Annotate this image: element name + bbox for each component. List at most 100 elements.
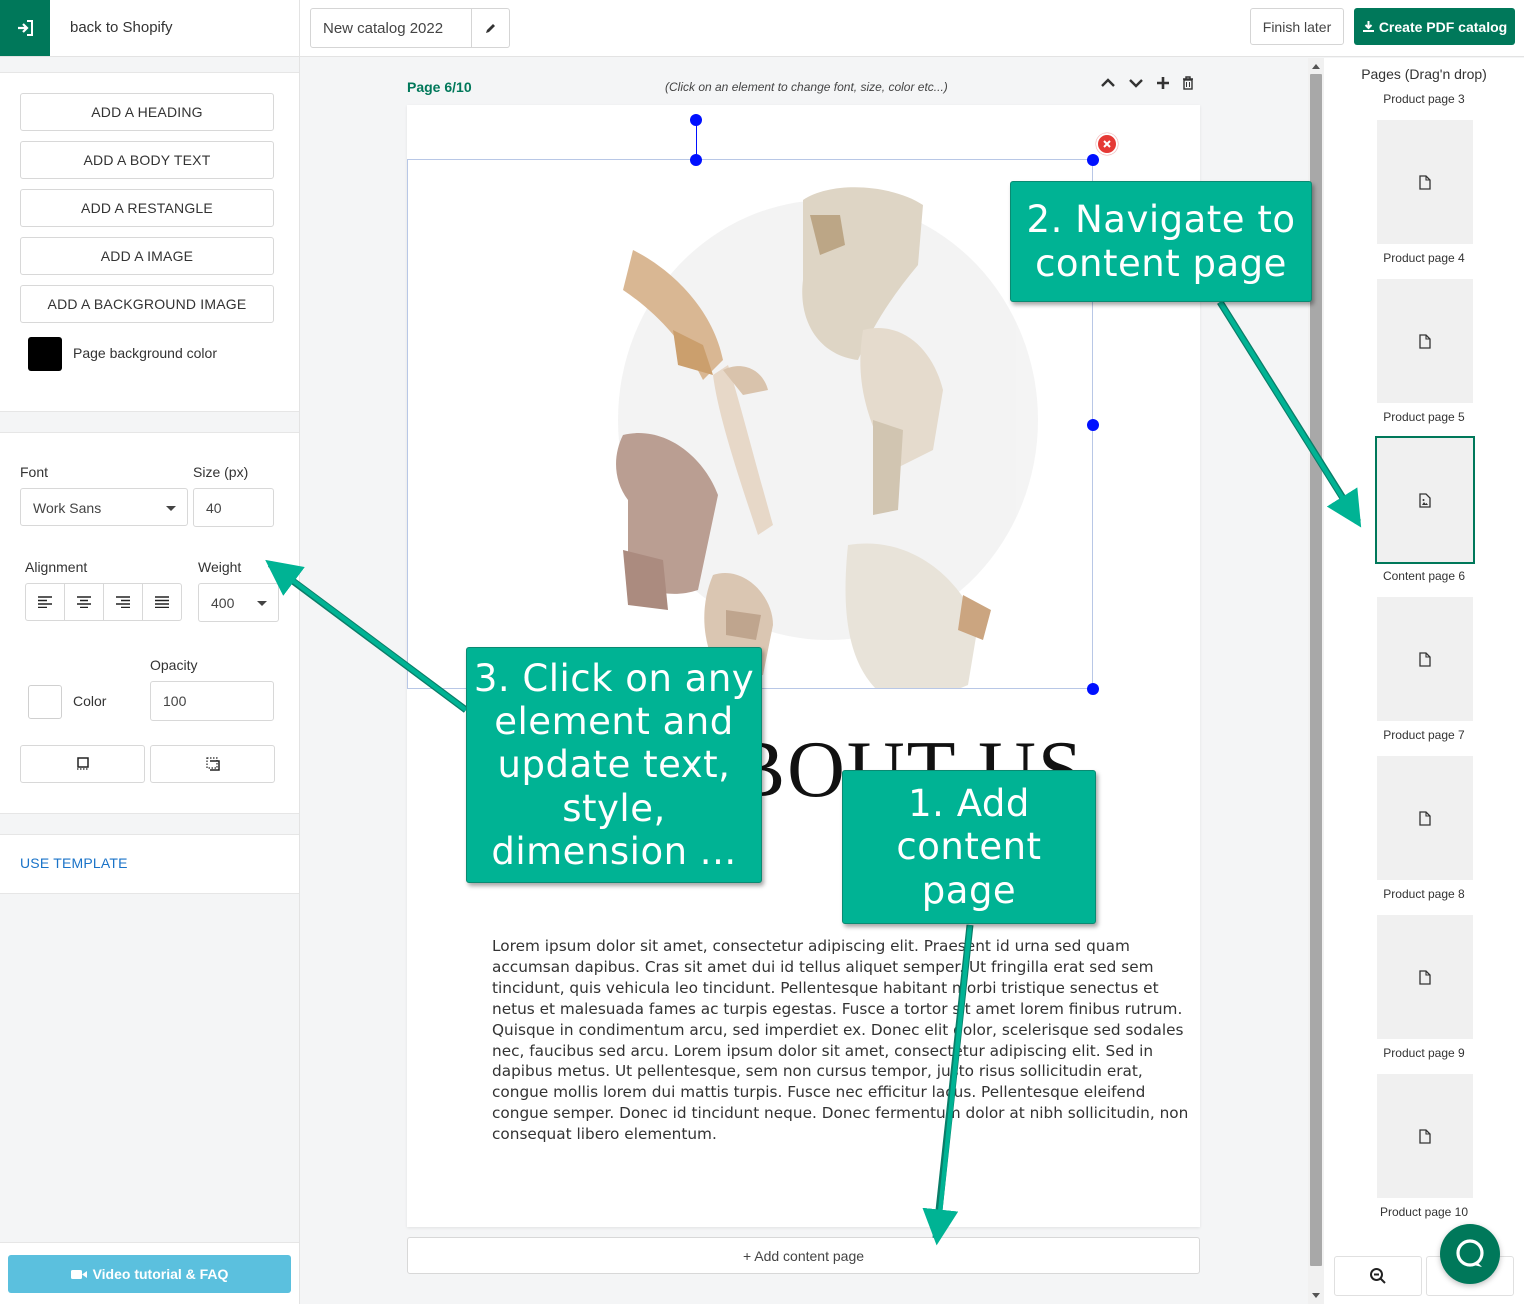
move-up-icon[interactable] [1100,77,1116,89]
callout-step-1: 1. Add content page [842,770,1096,924]
video-tutorial-label: Video tutorial & FAQ [92,1266,229,1282]
page-thumbnail[interactable] [1377,915,1473,1039]
opacity-value: 100 [163,693,187,709]
page-thumbnail-active[interactable] [1375,436,1475,564]
download-icon [1362,21,1374,32]
align-left-button[interactable] [26,584,65,620]
text-color-swatch[interactable] [28,685,62,719]
chevron-down-icon [166,506,176,511]
back-to-shopify-link[interactable]: back to Shopify [70,19,173,36]
edit-name-button[interactable] [471,9,509,47]
move-down-icon[interactable] [1128,77,1144,89]
callout-step-2-text: 2. Navigate to content page [1026,198,1296,285]
resize-handle-right[interactable] [1087,419,1099,431]
resize-handle-top[interactable] [690,154,702,166]
align-center-icon [77,596,91,608]
pencil-icon [485,24,495,33]
alignment-label: Alignment [25,559,88,575]
add-background-image-button[interactable]: ADD A BACKGROUND IMAGE [20,285,274,323]
page-background-color-swatch[interactable] [28,337,62,371]
zoom-out-icon [1370,1268,1386,1284]
page-thumb-label: Product page 8 [1383,887,1465,901]
callout-step-3-text: 3. Click on any element and update text,… [473,656,755,873]
pages-panel-title: Pages (Drag'n drop) [1361,66,1487,82]
page-background-color-label: Page background color [73,345,217,361]
page-thumbnail[interactable] [1377,756,1473,880]
catalog-name-value: New catalog 2022 [323,20,444,37]
chat-icon [1456,1239,1484,1267]
weight-label: Weight [198,559,242,575]
send-backward-button[interactable] [150,745,275,783]
create-pdf-button[interactable]: Create PDF catalog [1354,8,1515,45]
callout-step-2: 2. Navigate to content page [1010,181,1312,302]
align-right-button[interactable] [104,584,143,620]
image-file-icon [1419,492,1431,508]
style-panel: Font Size (px) Work Sans 40 Alignment We… [0,432,299,814]
font-select[interactable]: Work Sans [20,488,188,526]
image-selection-box [407,159,1093,689]
chat-button[interactable] [1440,1224,1500,1284]
page-tools [1100,76,1194,90]
page-thumbnail[interactable] [1377,1074,1473,1198]
add-page-icon[interactable] [1156,76,1170,90]
send-backward-icon [205,757,220,771]
align-justify-button[interactable] [143,584,181,620]
page-thumbnail[interactable] [1377,597,1473,721]
alignment-group [25,583,182,621]
font-value: Work Sans [33,500,102,516]
add-heading-button[interactable]: ADD A HEADING [20,93,274,131]
page-thumbnail[interactable] [1377,120,1473,244]
page-thumb-label: Product page 9 [1383,1046,1465,1060]
opacity-label: Opacity [150,657,198,673]
bring-forward-icon [76,757,89,770]
file-icon [1419,333,1431,349]
size-label: Size (px) [193,464,249,480]
align-right-icon [116,596,130,608]
resize-handle-top-right[interactable] [1087,154,1099,166]
opacity-input[interactable]: 100 [150,681,274,721]
catalog-name-field[interactable]: New catalog 2022 [310,8,510,48]
elements-panel: ADD A HEADING ADD A BODY TEXT ADD A REST… [0,72,299,412]
page-thumb-label: Product page 3 [1383,92,1465,106]
font-label: Font [20,464,49,480]
back-to-shopify-button[interactable] [0,0,50,56]
page-body-text[interactable]: Lorem ipsum dolor sit amet, consectetur … [492,936,1192,1145]
zoom-out-button[interactable] [1334,1256,1422,1296]
use-template-link[interactable]: USE TEMPLATE [20,855,128,871]
video-tutorial-button[interactable]: Video tutorial & FAQ [8,1255,291,1293]
page-thumbnail[interactable] [1377,279,1473,403]
align-justify-icon [155,596,169,608]
file-icon [1419,651,1431,667]
callout-step-3: 3. Click on any element and update text,… [466,647,762,883]
add-rectangle-button[interactable]: ADD A RESTANGLE [20,189,274,227]
resize-handle-bottom-right[interactable] [1087,683,1099,695]
page-thumb-label: Product page 10 [1379,1205,1469,1219]
finish-later-button[interactable]: Finish later [1250,8,1344,45]
close-icon [1103,140,1111,148]
callout-step-1-text: 1. Add content page [896,782,1042,912]
page-thumb-label: Product page 7 [1383,728,1465,742]
weight-value: 400 [211,595,235,611]
bring-forward-button[interactable] [20,745,145,783]
rotate-handle[interactable] [690,114,702,126]
pages-panel: Pages (Drag'n drop) Product page 3 Produ… [1324,58,1524,1304]
trash-icon[interactable] [1182,76,1194,90]
color-label: Color [73,693,107,709]
add-content-page-button[interactable]: + Add content page [407,1237,1200,1274]
align-center-button[interactable] [65,584,104,620]
video-camera-icon [70,1269,87,1279]
scroll-up-arrow[interactable] [1312,64,1320,69]
scroll-down-arrow[interactable] [1312,1293,1320,1298]
size-value: 40 [206,500,222,516]
size-input[interactable]: 40 [193,488,274,527]
add-body-text-button[interactable]: ADD A BODY TEXT [20,141,274,179]
add-image-button[interactable]: ADD A IMAGE [20,237,274,275]
top-bar: back to Shopify New catalog 2022 Finish … [0,0,1524,57]
sidebar-footer: Video tutorial & FAQ [0,1242,299,1304]
page-thumb-label: Content page 6 [1382,569,1466,583]
template-panel: USE TEMPLATE [0,834,299,894]
delete-element-button[interactable] [1096,133,1118,155]
weight-select[interactable]: 400 [198,583,279,622]
page-thumb-label: Product page 4 [1383,251,1465,265]
page-indicator: Page 6/10 [407,79,472,95]
